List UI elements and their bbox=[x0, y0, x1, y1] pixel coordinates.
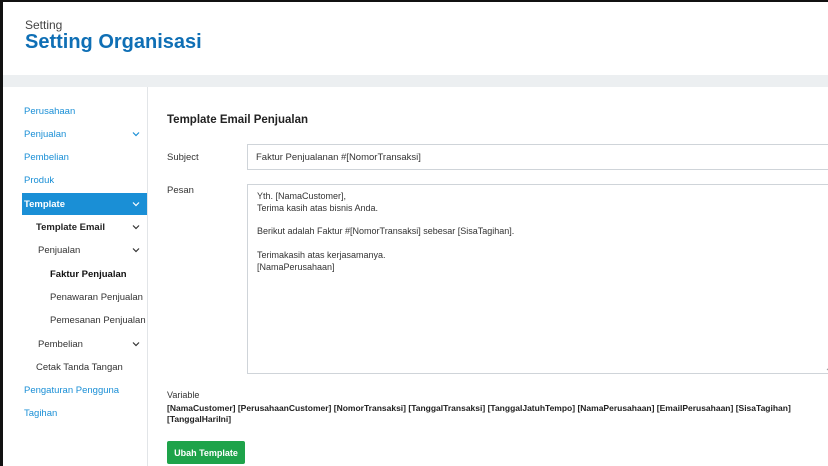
chevron-down-icon bbox=[131, 339, 141, 349]
sidebar-item-label: Cetak Tanda Tangan bbox=[36, 361, 123, 373]
sidebar-item-pemesanan-penjualan[interactable]: Pemesanan Penjualan bbox=[22, 309, 147, 331]
sidebar-item-label: Pembelian bbox=[38, 338, 83, 350]
sidebar-item-template-email[interactable]: Template Email bbox=[22, 216, 147, 238]
message-line bbox=[257, 215, 827, 227]
message-textarea[interactable]: Yth. [NamaCustomer], Terima kasih atas b… bbox=[247, 184, 828, 374]
sidebar-item-penjualan[interactable]: Penjualan bbox=[22, 123, 147, 145]
sidebar-item-label: Penjualan bbox=[24, 128, 67, 140]
sidebar-item-label: Faktur Penjualan bbox=[50, 268, 127, 280]
chevron-down-icon bbox=[131, 222, 141, 232]
message-line bbox=[257, 238, 827, 250]
settings-sidebar: Perusahaan Penjualan Pembelian Produk Te… bbox=[22, 87, 148, 466]
sidebar-item-label: Pemesanan Penjualan bbox=[50, 314, 146, 326]
breadcrumb: Setting bbox=[25, 18, 63, 32]
variable-label: Variable bbox=[167, 390, 200, 400]
sidebar-item-label: Template Email bbox=[36, 221, 105, 233]
sidebar-item-pengaturan-pengguna[interactable]: Pengaturan Pengguna bbox=[22, 379, 147, 401]
sidebar-item-label: Template bbox=[24, 198, 66, 210]
sidebar-item-label: Penawaran Penjualan bbox=[50, 291, 143, 303]
template-form: Template Email Penjualan Subject Faktur … bbox=[149, 87, 828, 466]
section-title: Template Email Penjualan bbox=[167, 114, 309, 126]
sidebar-item-produk[interactable]: Produk bbox=[22, 169, 147, 191]
message-line: Yth. [NamaCustomer], bbox=[257, 191, 347, 201]
sidebar-item-label: Penjualan bbox=[38, 244, 81, 256]
subject-input[interactable]: Faktur Penjualanan #[NomorTransaksi] bbox=[247, 144, 828, 170]
sidebar-item-template-penjualan[interactable]: Penjualan bbox=[22, 239, 147, 261]
message-line: Berikut adalah Faktur #[NomorTransaksi] … bbox=[257, 226, 515, 237]
page-header: Setting Setting Organisasi bbox=[3, 2, 828, 75]
chevron-down-icon bbox=[131, 245, 141, 255]
ubah-template-button[interactable]: Ubah Template bbox=[167, 441, 245, 464]
sidebar-item-label: Pembelian bbox=[24, 151, 69, 163]
subject-label: Subject bbox=[167, 152, 199, 163]
message-line: Terima kasih atas bisnis Anda. bbox=[257, 202, 379, 213]
sidebar-item-perusahaan[interactable]: Perusahaan bbox=[22, 100, 147, 122]
sidebar-item-cetak-tanda-tangan[interactable]: Cetak Tanda Tangan bbox=[22, 356, 147, 378]
sidebar-item-label: Tagihan bbox=[24, 407, 58, 419]
message-line: Terimakasih atas kerjasamanya. bbox=[257, 249, 386, 260]
sidebar-item-faktur-penjualan[interactable]: Faktur Penjualan bbox=[22, 263, 147, 285]
sidebar-item-penawaran-penjualan[interactable]: Penawaran Penjualan bbox=[22, 286, 147, 308]
message-line: [NamaPerusahaan] bbox=[257, 261, 335, 272]
header-divider bbox=[3, 75, 828, 87]
variable-list: [NamaCustomer] [PerusahaanCustomer] [Nom… bbox=[167, 403, 791, 424]
chevron-down-icon bbox=[131, 199, 141, 209]
chevron-down-icon bbox=[131, 129, 141, 139]
page-title: Setting Organisasi bbox=[25, 31, 202, 53]
sidebar-item-label: Produk bbox=[24, 174, 55, 186]
message-label: Pesan bbox=[167, 185, 194, 196]
sidebar-item-label: Pengaturan Pengguna bbox=[24, 384, 120, 396]
sidebar-item-pembelian[interactable]: Pembelian bbox=[22, 146, 147, 168]
sidebar-item-template[interactable]: Template bbox=[22, 193, 147, 215]
sidebar-item-tagihan[interactable]: Tagihan bbox=[22, 402, 147, 424]
sidebar-item-label: Perusahaan bbox=[24, 105, 76, 117]
sidebar-item-template-pembelian[interactable]: Pembelian bbox=[22, 333, 147, 355]
